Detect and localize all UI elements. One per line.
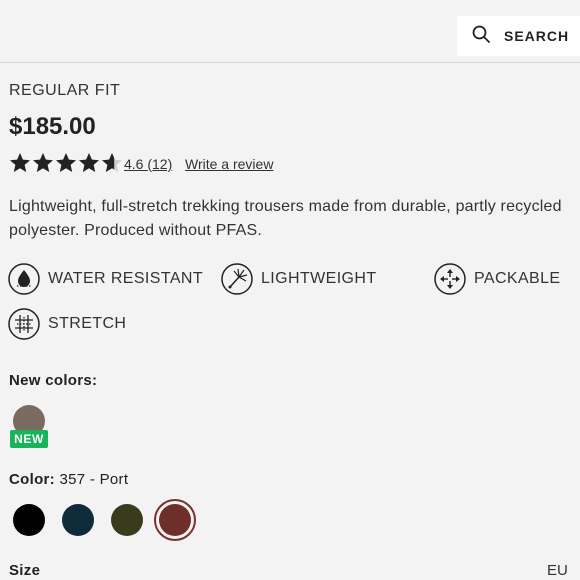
feature-stretch: STRETCH <box>8 308 126 340</box>
search-label: SEARCH <box>504 28 570 44</box>
feature-label: WATER RESISTANT <box>48 270 204 287</box>
write-review-link[interactable]: Write a review <box>185 156 273 172</box>
color-swatch-black[interactable] <box>13 504 45 536</box>
lightweight-icon <box>221 263 253 295</box>
star-icon <box>102 153 122 172</box>
star-icon <box>10 153 30 172</box>
new-badge: NEW <box>10 430 48 448</box>
product-fit: REGULAR FIT <box>9 82 121 99</box>
feature-label: PACKABLE <box>474 270 561 287</box>
water-resistant-icon <box>8 263 40 295</box>
star-icon <box>33 153 53 172</box>
rating-stars <box>9 152 123 174</box>
new-colors-label: New colors: <box>9 372 98 389</box>
size-unit-selector[interactable]: EU <box>547 562 568 579</box>
feature-packable: PACKABLE <box>434 263 561 295</box>
color-swatch-port[interactable] <box>154 499 196 541</box>
rating-score: 4.6 <box>124 156 144 172</box>
packable-icon <box>434 263 466 295</box>
top-bar: SEARCH <box>0 0 580 63</box>
feature-lightweight: LIGHTWEIGHT <box>221 263 377 295</box>
feature-label: STRETCH <box>48 315 127 332</box>
search-button[interactable]: SEARCH <box>457 16 580 56</box>
star-icon <box>79 153 99 172</box>
feature-water-resistant: WATER RESISTANT <box>8 263 203 295</box>
color-swatch-olive[interactable] <box>111 504 143 536</box>
rating-summary-link[interactable]: 4.6 (12) <box>124 156 172 172</box>
star-icon <box>56 153 76 172</box>
color-label-title: Color: <box>9 471 55 488</box>
search-icon <box>472 25 490 48</box>
rating-count: (12) <box>147 156 173 172</box>
stretch-icon <box>8 308 40 340</box>
feature-label: LIGHTWEIGHT <box>261 270 377 287</box>
color-label: Color: 357 - Port <box>9 471 128 488</box>
product-description: Lightweight, full-stretch trekking trous… <box>9 198 562 239</box>
color-swatch-navy[interactable] <box>62 504 94 536</box>
product-price: $185.00 <box>9 113 96 140</box>
color-value: 357 - Port <box>59 471 129 488</box>
size-label: Size <box>9 562 41 579</box>
